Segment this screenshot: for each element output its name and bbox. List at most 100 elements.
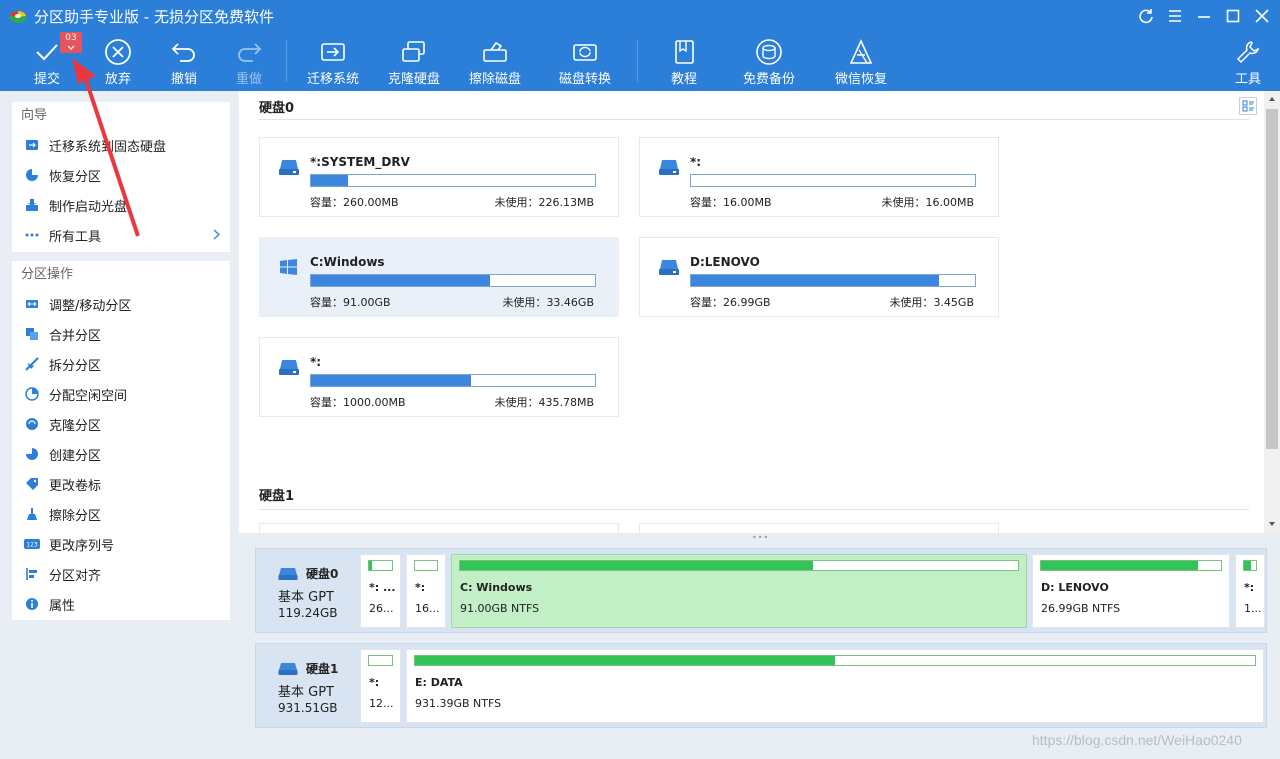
partition-card[interactable]: *: 容量：1000.00MB 未使用：435.78MB xyxy=(259,337,619,417)
partition-card[interactable]: *:SYSTEM_DRV 容量：260.00MB 未使用：226.13MB xyxy=(259,137,619,217)
partition-block[interactable]: *: 12... xyxy=(360,649,401,723)
tutorial-label: 教程 xyxy=(670,72,697,87)
sidebar-item-change-label[interactable]: 更改卷标 xyxy=(12,469,230,499)
sidebar-item-align[interactable]: 分区对齐 xyxy=(12,559,230,589)
sidebar-item-serial[interactable]: 123 更改序列号 xyxy=(12,529,230,559)
disk-title: 硬盘1 xyxy=(306,662,339,676)
clone-icon xyxy=(24,416,40,432)
pane-splitter[interactable]: ••• xyxy=(239,533,1280,542)
view-toggle-icon[interactable] xyxy=(1239,97,1257,115)
capacity-text: 容量：26.99GB xyxy=(690,296,771,309)
partition-name: *: ... xyxy=(369,581,396,594)
checkmark-icon xyxy=(34,36,60,68)
scroll-up-icon[interactable] xyxy=(1268,96,1276,102)
capacity-text: 容量：16.00MB xyxy=(690,196,772,209)
toolbar-divider xyxy=(637,40,638,82)
sidebar-item-create[interactable]: 创建分区 xyxy=(12,439,230,469)
sidebar-item-merge[interactable]: 合并分区 xyxy=(12,319,230,349)
sidebar-item-wipe[interactable]: 擦除分区 xyxy=(12,499,230,529)
disk-convert-button[interactable]: 磁盘转换 xyxy=(557,32,613,91)
disk-card-view: 硬盘0 *:SYSTEM_DRV 容量：260.00MB 未使用：226.13MB … xyxy=(239,91,1280,533)
partition-card-partial[interactable] xyxy=(639,523,999,533)
disk-info: 硬盘0 基本 GPT 119.24GB xyxy=(256,549,356,632)
book-icon xyxy=(672,36,696,68)
disk-map: 硬盘0 基本 GPT 119.24GB *: ... 26... *: 16... C: Wi… xyxy=(239,541,1280,759)
partition-block[interactable]: *: ... 26... xyxy=(360,554,401,628)
tools-button[interactable]: 工具 xyxy=(1233,32,1263,91)
usage-bar xyxy=(414,560,438,571)
undo-button[interactable]: 撤销 xyxy=(162,32,206,91)
usage-fill xyxy=(311,275,491,286)
partition-ops-panel: 分区操作 调整/移动分区 合并分区 拆分分区 分配空闲空间 克隆分区 创建分区 … xyxy=(12,261,230,620)
partition-name: D: LENOVO xyxy=(1041,581,1109,594)
disk-size: 931.51GB xyxy=(278,701,338,715)
undo-label: 撤销 xyxy=(170,72,197,87)
migrate-os-button[interactable]: 迁移系统 xyxy=(305,32,361,91)
wipe-disk-button[interactable]: 擦除磁盘 xyxy=(467,32,523,91)
align-icon xyxy=(24,566,40,582)
usage-bar xyxy=(310,274,596,287)
wipe-icon xyxy=(24,506,40,522)
sidebar-item-clone[interactable]: 克隆分区 xyxy=(12,409,230,439)
info-icon xyxy=(24,596,40,612)
usage-fill xyxy=(691,275,939,286)
sidebar-item-label: 制作启动光盘 xyxy=(49,199,128,215)
partition-card-partial[interactable] xyxy=(259,523,619,533)
redo-button[interactable]: 重做 xyxy=(227,32,271,91)
drive-icon xyxy=(279,360,299,375)
sidebar-item-migrate-ssd[interactable]: 迁移系统到固态硬盘 xyxy=(12,130,230,160)
scrollbar-thumb[interactable] xyxy=(1266,109,1278,449)
minimize-icon[interactable] xyxy=(1191,4,1217,28)
backup-label: 免费备份 xyxy=(742,72,795,87)
partition-card[interactable]: *: 容量：16.00MB 未使用：16.00MB xyxy=(639,137,999,217)
wechat-recovery-button[interactable]: 微信恢复 xyxy=(833,32,889,91)
sidebar-item-properties[interactable]: 属性 xyxy=(12,589,230,619)
sidebar-item-recover-partition[interactable]: 恢复分区 xyxy=(12,160,230,190)
usage-bar xyxy=(1243,560,1257,571)
free-backup-button[interactable]: 免费备份 xyxy=(741,32,797,91)
sidebar-item-resize[interactable]: 调整/移动分区 xyxy=(12,289,230,319)
divider xyxy=(259,119,1249,120)
usage-fill xyxy=(1041,561,1198,570)
partition-info: 1... xyxy=(1244,602,1262,615)
partition-card[interactable]: C:Windows 容量：91.00GB 未使用：33.46GB xyxy=(259,237,619,317)
maximize-icon[interactable] xyxy=(1220,4,1246,28)
partition-block[interactable]: C: Windows 91.00GB NTFS xyxy=(451,554,1027,628)
sidebar-item-label: 恢复分区 xyxy=(49,169,102,185)
free-text: 未使用：226.13MB xyxy=(494,196,594,209)
divider xyxy=(259,509,1249,510)
partition-block[interactable]: D: LENOVO 26.99GB NTFS xyxy=(1032,554,1230,628)
partition-block[interactable]: *: 16... xyxy=(406,554,446,628)
scroll-down-icon[interactable] xyxy=(1268,521,1276,527)
menu-icon[interactable] xyxy=(1162,4,1188,28)
usage-fill xyxy=(369,561,372,570)
sidebar-item-allocate[interactable]: 分配空闲空间 xyxy=(12,379,230,409)
disk-row[interactable]: 硬盘1 基本 GPT 931.51GB *: 12... E: DATA 931.39GB … xyxy=(255,643,1267,728)
refresh-icon[interactable] xyxy=(1133,4,1159,28)
sidebar-item-all-tools[interactable]: 所有工具 xyxy=(12,220,230,250)
partition-name: C: Windows xyxy=(460,581,533,594)
free-text: 未使用：3.45GB xyxy=(889,296,974,309)
sidebar-item-split[interactable]: 拆分分区 xyxy=(12,349,230,379)
sidebar-item-label: 调整/移动分区 xyxy=(49,298,132,314)
wechat-label: 微信恢复 xyxy=(834,72,887,87)
redo-label: 重做 xyxy=(235,72,262,87)
sidebar-item-boot-disk[interactable]: 制作启动光盘 xyxy=(12,190,230,220)
disk-row[interactable]: 硬盘0 基本 GPT 119.24GB *: ... 26... *: 16... C: Wi… xyxy=(255,548,1267,633)
discard-button[interactable]: 放弃 xyxy=(96,32,140,91)
tutorial-button[interactable]: 教程 xyxy=(664,32,704,91)
usage-bar xyxy=(690,174,976,187)
pending-operations-badge[interactable]: 03 xyxy=(60,32,82,53)
clone-disk-button[interactable]: 克隆硬盘 xyxy=(386,32,442,91)
vertical-scrollbar[interactable] xyxy=(1264,91,1280,533)
resize-icon xyxy=(24,296,40,312)
partition-card[interactable]: D:LENOVO 容量：26.99GB 未使用：3.45GB xyxy=(639,237,999,317)
disk1-heading: 硬盘1 xyxy=(259,489,295,504)
disk-title: 硬盘0 xyxy=(306,567,339,581)
partition-name: *: xyxy=(310,355,322,369)
close-icon[interactable] xyxy=(1249,4,1275,28)
sidebar-item-label: 克隆分区 xyxy=(49,418,102,434)
commit-label: 提交 xyxy=(33,72,60,87)
partition-block[interactable]: E: DATA 931.39GB NTFS xyxy=(406,649,1264,723)
partition-block[interactable]: *: 1... xyxy=(1235,554,1265,628)
